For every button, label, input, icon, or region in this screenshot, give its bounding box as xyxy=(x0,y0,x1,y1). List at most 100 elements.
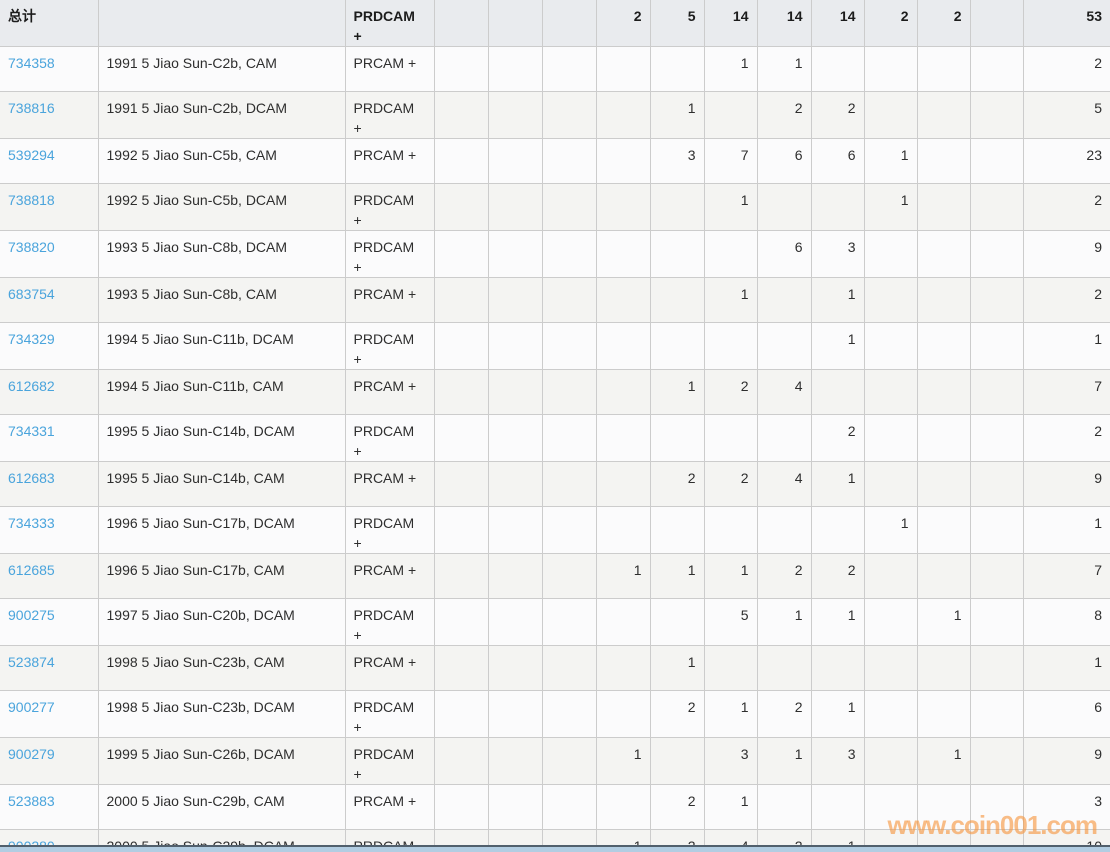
count-cell: 1 xyxy=(757,738,811,785)
count-cell: 1 xyxy=(811,691,864,738)
count-cell: 2 xyxy=(811,554,864,599)
count-cell xyxy=(704,415,757,462)
count-header-cell xyxy=(488,0,542,47)
coin-description-cell: 1992 5 Jiao Sun-C5b, CAM xyxy=(98,139,345,184)
cert-link[interactable]: 738818 xyxy=(8,192,55,208)
count-cell xyxy=(864,462,917,507)
count-cell: 2 xyxy=(757,691,811,738)
count-cell xyxy=(488,139,542,184)
count-cell xyxy=(864,738,917,785)
count-header-cell xyxy=(542,0,596,47)
cert-id-cell: 734331 xyxy=(0,415,98,462)
count-cell xyxy=(917,47,970,92)
row-total-cell: 5 xyxy=(1023,92,1110,139)
count-header-cell: 14 xyxy=(811,0,864,47)
row-total-cell: 2 xyxy=(1023,278,1110,323)
count-cell xyxy=(704,231,757,278)
row-total-cell: 9 xyxy=(1023,231,1110,278)
count-cell xyxy=(596,278,650,323)
count-cell xyxy=(864,599,917,646)
cert-link[interactable]: 683754 xyxy=(8,286,55,302)
cert-link[interactable]: 612685 xyxy=(8,562,55,578)
cert-link[interactable]: 734329 xyxy=(8,331,55,347)
row-total-cell: 3 xyxy=(1023,785,1110,830)
count-cell xyxy=(970,691,1023,738)
row-total-cell: 7 xyxy=(1023,554,1110,599)
count-cell: 1 xyxy=(704,278,757,323)
count-cell xyxy=(650,184,704,231)
count-cell xyxy=(757,184,811,231)
count-cell xyxy=(596,92,650,139)
cert-link[interactable]: 900279 xyxy=(8,746,55,762)
count-cell xyxy=(650,231,704,278)
count-cell xyxy=(970,323,1023,370)
cert-link[interactable]: 539294 xyxy=(8,147,55,163)
count-cell xyxy=(542,554,596,599)
count-cell xyxy=(596,691,650,738)
count-cell xyxy=(650,47,704,92)
count-cell xyxy=(864,323,917,370)
count-cell xyxy=(917,646,970,691)
count-cell xyxy=(650,599,704,646)
cert-link[interactable]: 738820 xyxy=(8,239,55,255)
count-header-cell xyxy=(434,0,488,47)
count-cell: 1 xyxy=(757,47,811,92)
count-cell xyxy=(488,691,542,738)
table-row: 7343291994 5 Jiao Sun-C11b, DCAMPRDCAM +… xyxy=(0,323,1110,370)
count-header-cell: 2 xyxy=(917,0,970,47)
count-header-cell: 14 xyxy=(704,0,757,47)
table-row: 9002791999 5 Jiao Sun-C26b, DCAMPRDCAM +… xyxy=(0,738,1110,785)
count-cell xyxy=(704,507,757,554)
count-cell: 1 xyxy=(864,507,917,554)
count-cell: 3 xyxy=(704,738,757,785)
count-cell xyxy=(917,139,970,184)
horizontal-scrollbar[interactable] xyxy=(0,845,1110,852)
row-total-cell: 2 xyxy=(1023,184,1110,231)
table-row: 6126821994 5 Jiao Sun-C11b, CAMPRCAM +12… xyxy=(0,370,1110,415)
cert-id-cell: 900279 xyxy=(0,738,98,785)
count-cell xyxy=(917,415,970,462)
row-total-cell: 2 xyxy=(1023,47,1110,92)
cert-link[interactable]: 900275 xyxy=(8,607,55,623)
count-cell xyxy=(488,738,542,785)
cert-link[interactable]: 738816 xyxy=(8,100,55,116)
count-cell: 1 xyxy=(704,691,757,738)
count-cell xyxy=(970,278,1023,323)
count-cell: 2 xyxy=(757,92,811,139)
coin-description-cell: 1996 5 Jiao Sun-C17b, DCAM xyxy=(98,507,345,554)
coin-description-cell: 1994 5 Jiao Sun-C11b, DCAM xyxy=(98,323,345,370)
count-cell xyxy=(434,415,488,462)
count-cell: 1 xyxy=(917,599,970,646)
cert-link[interactable]: 523883 xyxy=(8,793,55,809)
count-cell xyxy=(811,370,864,415)
count-header-cell: 2 xyxy=(864,0,917,47)
cert-link[interactable]: 612683 xyxy=(8,470,55,486)
cert-link[interactable]: 900277 xyxy=(8,699,55,715)
row-total-cell: 6 xyxy=(1023,691,1110,738)
count-cell: 4 xyxy=(757,370,811,415)
cert-link[interactable]: 734333 xyxy=(8,515,55,531)
count-cell xyxy=(811,507,864,554)
cert-link[interactable]: 523874 xyxy=(8,654,55,670)
count-cell: 1 xyxy=(650,646,704,691)
count-cell xyxy=(917,554,970,599)
count-cell xyxy=(864,92,917,139)
population-report-view: 总计 PRDCAM + 2 5 14 14 14 2 2 53 73435819… xyxy=(0,0,1110,852)
count-cell xyxy=(542,785,596,830)
count-cell xyxy=(864,785,917,830)
count-cell xyxy=(542,370,596,415)
table-row: 7388181992 5 Jiao Sun-C5b, DCAMPRDCAM +1… xyxy=(0,184,1110,231)
grade-cell: PRDCAM + xyxy=(345,184,434,231)
count-cell xyxy=(704,323,757,370)
count-cell: 1 xyxy=(704,785,757,830)
cert-link[interactable]: 612682 xyxy=(8,378,55,394)
count-cell xyxy=(434,738,488,785)
table-row: 7343311995 5 Jiao Sun-C14b, DCAMPRDCAM +… xyxy=(0,415,1110,462)
grade-cell: PRDCAM + xyxy=(345,691,434,738)
cert-link[interactable]: 734358 xyxy=(8,55,55,71)
count-cell xyxy=(970,785,1023,830)
cert-link[interactable]: 734331 xyxy=(8,423,55,439)
coin-description-cell: 1998 5 Jiao Sun-C23b, DCAM xyxy=(98,691,345,738)
count-cell: 1 xyxy=(704,184,757,231)
count-cell: 2 xyxy=(811,92,864,139)
